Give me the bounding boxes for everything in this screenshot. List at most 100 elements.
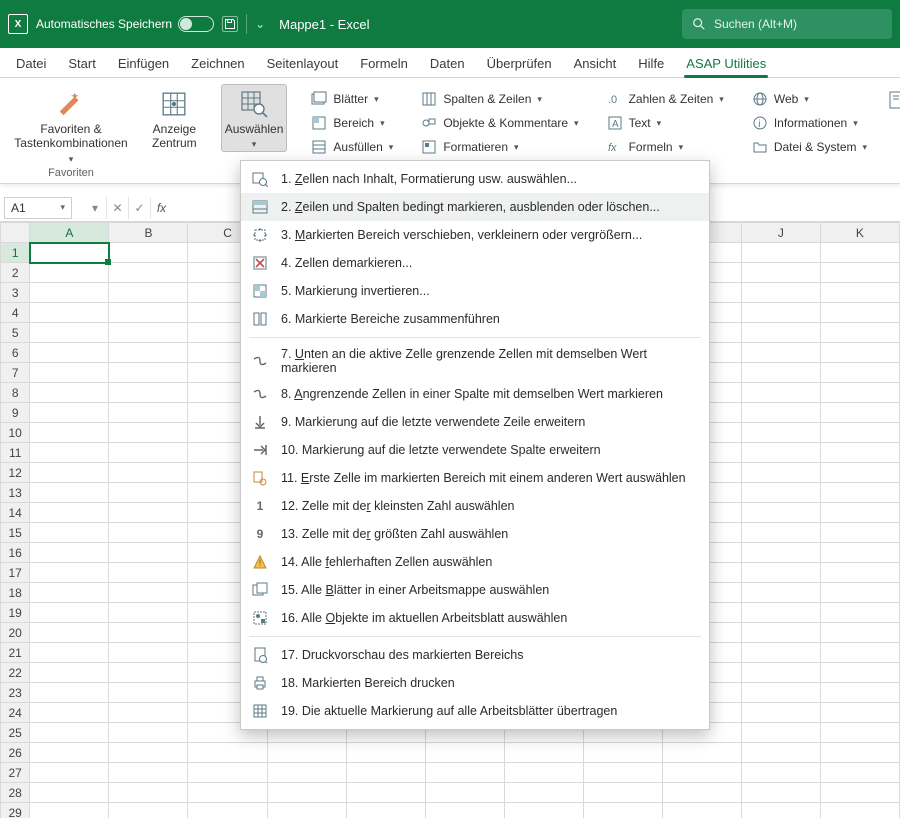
cell-B9[interactable] <box>109 403 188 423</box>
cell-G26[interactable] <box>504 743 583 763</box>
cell-K21[interactable] <box>820 643 899 663</box>
cell-F28[interactable] <box>425 783 504 803</box>
menu-item-16[interactable]: 16. Alle Objekte im aktuellen Arbeitsbla… <box>241 604 709 632</box>
cell-A7[interactable] <box>30 363 109 383</box>
cell-K26[interactable] <box>820 743 899 763</box>
cell-K4[interactable] <box>820 303 899 323</box>
cell-A17[interactable] <box>30 563 109 583</box>
cell-B28[interactable] <box>109 783 188 803</box>
cell-G29[interactable] <box>504 803 583 818</box>
cell-K22[interactable] <box>820 663 899 683</box>
cell-J24[interactable] <box>741 703 820 723</box>
select-all-corner[interactable] <box>1 223 30 243</box>
row-header-22[interactable]: 22 <box>1 663 30 683</box>
tab-asap-utilities[interactable]: ASAP Utilities <box>676 50 776 77</box>
row-header-18[interactable]: 18 <box>1 583 30 603</box>
menu-item-18[interactable]: 18. Markierten Bereich drucken <box>241 669 709 697</box>
cell-B29[interactable] <box>109 803 188 818</box>
cell-D28[interactable] <box>267 783 346 803</box>
cell-A16[interactable] <box>30 543 109 563</box>
cell-A29[interactable] <box>30 803 109 818</box>
save-icon[interactable] <box>222 16 238 32</box>
cell-H26[interactable] <box>583 743 662 763</box>
col-header-K[interactable]: K <box>820 223 899 243</box>
cell-K3[interactable] <box>820 283 899 303</box>
cell-J2[interactable] <box>741 263 820 283</box>
autosave-toggle[interactable] <box>178 16 214 32</box>
cell-B20[interactable] <box>109 623 188 643</box>
cell-J4[interactable] <box>741 303 820 323</box>
cell-H29[interactable] <box>583 803 662 818</box>
cell-K8[interactable] <box>820 383 899 403</box>
cell-J5[interactable] <box>741 323 820 343</box>
cell-J10[interactable] <box>741 423 820 443</box>
cell-J9[interactable] <box>741 403 820 423</box>
cell-B12[interactable] <box>109 463 188 483</box>
cell-K13[interactable] <box>820 483 899 503</box>
cell-I29[interactable] <box>662 803 741 818</box>
cell-B17[interactable] <box>109 563 188 583</box>
bereich-button[interactable]: Bereich▾ <box>307 112 397 134</box>
cell-K23[interactable] <box>820 683 899 703</box>
cell-D26[interactable] <box>267 743 346 763</box>
tab-seitenlayout[interactable]: Seitenlayout <box>257 50 349 77</box>
tab-start[interactable]: Start <box>58 50 105 77</box>
cell-A23[interactable] <box>30 683 109 703</box>
cell-B18[interactable] <box>109 583 188 603</box>
text-button[interactable]: AText▾ <box>603 112 728 134</box>
cell-J25[interactable] <box>741 723 820 743</box>
cell-J19[interactable] <box>741 603 820 623</box>
auswaehlen-button[interactable]: Auswählen▾ <box>221 84 288 152</box>
cell-K27[interactable] <box>820 763 899 783</box>
cell-J7[interactable] <box>741 363 820 383</box>
row-header-11[interactable]: 11 <box>1 443 30 463</box>
col-header-A[interactable]: A <box>30 223 109 243</box>
cancel-icon[interactable]: ✕ <box>106 197 128 219</box>
name-box[interactable]: A1 ▾ <box>4 197 72 219</box>
cell-K11[interactable] <box>820 443 899 463</box>
blaetter-button[interactable]: Blätter▾ <box>307 88 397 110</box>
cell-B19[interactable] <box>109 603 188 623</box>
cell-A25[interactable] <box>30 723 109 743</box>
cell-J29[interactable] <box>741 803 820 818</box>
tab-hilfe[interactable]: Hilfe <box>628 50 674 77</box>
cell-B21[interactable] <box>109 643 188 663</box>
row-header-15[interactable]: 15 <box>1 523 30 543</box>
cell-J15[interactable] <box>741 523 820 543</box>
cell-J13[interactable] <box>741 483 820 503</box>
cell-J22[interactable] <box>741 663 820 683</box>
cell-A3[interactable] <box>30 283 109 303</box>
cell-K20[interactable] <box>820 623 899 643</box>
cell-C29[interactable] <box>188 803 267 818</box>
cell-I27[interactable] <box>662 763 741 783</box>
cell-A27[interactable] <box>30 763 109 783</box>
cell-B14[interactable] <box>109 503 188 523</box>
row-header-27[interactable]: 27 <box>1 763 30 783</box>
row-header-4[interactable]: 4 <box>1 303 30 323</box>
qat-dropdown-icon[interactable]: ⌄ <box>255 17 265 31</box>
cell-E28[interactable] <box>346 783 425 803</box>
row-header-12[interactable]: 12 <box>1 463 30 483</box>
menu-item-1[interactable]: 1. Zellen nach Inhalt, Formatierung usw.… <box>241 165 709 193</box>
cell-A22[interactable] <box>30 663 109 683</box>
cell-A18[interactable] <box>30 583 109 603</box>
cell-J8[interactable] <box>741 383 820 403</box>
row-header-16[interactable]: 16 <box>1 543 30 563</box>
cell-C27[interactable] <box>188 763 267 783</box>
cell-K28[interactable] <box>820 783 899 803</box>
menu-item-11[interactable]: 11. Erste Zelle im markierten Bereich mi… <box>241 464 709 492</box>
cell-B13[interactable] <box>109 483 188 503</box>
cell-K15[interactable] <box>820 523 899 543</box>
row-header-6[interactable]: 6 <box>1 343 30 363</box>
cell-B10[interactable] <box>109 423 188 443</box>
cell-B3[interactable] <box>109 283 188 303</box>
cell-K17[interactable] <box>820 563 899 583</box>
cell-B7[interactable] <box>109 363 188 383</box>
cell-K19[interactable] <box>820 603 899 623</box>
cell-J17[interactable] <box>741 563 820 583</box>
cell-A6[interactable] <box>30 343 109 363</box>
tab-ansicht[interactable]: Ansicht <box>564 50 627 77</box>
row-header-9[interactable]: 9 <box>1 403 30 423</box>
formeln-button[interactable]: fxFormeln▾ <box>603 136 728 158</box>
cell-I26[interactable] <box>662 743 741 763</box>
